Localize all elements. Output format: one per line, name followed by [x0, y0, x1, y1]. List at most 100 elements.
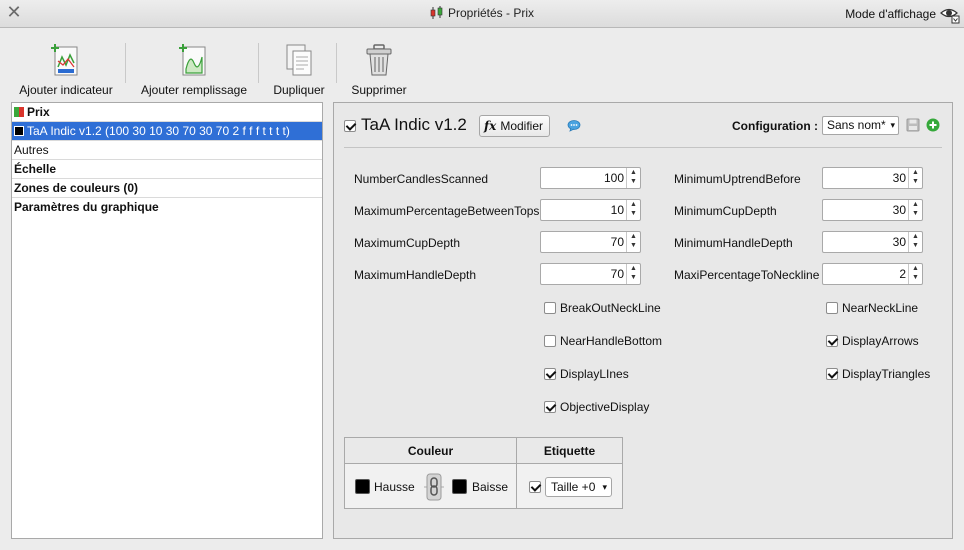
check-breakout-neckline[interactable]: BreakOutNeckLine — [544, 301, 661, 315]
candlestick-icon — [430, 6, 444, 23]
delete-label: Supprimer — [351, 83, 407, 97]
color-header: Couleur — [345, 438, 516, 464]
param-label-min-uptrend-before: MinimumUptrendBefore — [674, 172, 801, 186]
tree-item-label: Prix — [27, 105, 50, 119]
indicator-title: TaA Indic v1.2 — [361, 115, 467, 134]
spinner-arrows-icon[interactable]: ▲ ▼ — [908, 200, 922, 220]
spinner-arrows-icon[interactable]: ▲ ▼ — [626, 168, 640, 188]
save-icon[interactable] — [906, 118, 920, 135]
check-label: DisplayArrows — [842, 334, 919, 348]
param-spinner-max-pct-between-tops[interactable]: 10 ▲ ▼ — [540, 199, 641, 221]
check-label: DisplayLInes — [560, 367, 629, 381]
add-fill-label: Ajouter remplissage — [140, 83, 248, 97]
tree-item-prix[interactable]: Prix — [12, 103, 322, 122]
spinner-arrows-icon[interactable]: ▲ ▼ — [908, 232, 922, 252]
price-swatch-icon — [14, 107, 24, 117]
label-enabled-checkbox[interactable] — [529, 481, 541, 493]
param-label-maxi-pct-to-neckline: MaxiPercentageToNeckline — [674, 268, 820, 282]
param-label-min-cup-depth: MinimumCupDepth — [674, 204, 777, 218]
check-display-lines[interactable]: DisplayLInes — [544, 367, 629, 381]
up-color-label: Hausse — [374, 480, 415, 494]
param-spinner-min-handle-depth[interactable]: 30 ▲ ▼ — [822, 231, 923, 253]
spinner-arrows-icon[interactable]: ▲ ▼ — [626, 200, 640, 220]
tree-item-label: Paramètres du graphique — [14, 200, 159, 214]
param-value: 30 — [892, 171, 906, 185]
style-table: Couleur Etiquette Hausse Baisse Taille +… — [344, 437, 623, 509]
check-label: DisplayTriangles — [842, 367, 931, 381]
chain-link-icon[interactable] — [424, 473, 444, 504]
checkbox[interactable] — [544, 335, 556, 347]
check-objective-display[interactable]: ObjectiveDisplay — [544, 400, 649, 414]
delete-button[interactable]: Supprimer — [350, 39, 408, 97]
tree-item-indicator[interactable]: TaA Indic v1.2 (100 30 10 30 70 30 70 2 … — [12, 122, 322, 141]
indicator-swatch-icon — [14, 126, 24, 136]
checkbox[interactable] — [544, 368, 556, 380]
up-color-swatch[interactable] — [355, 479, 370, 494]
check-label: BreakOutNeckLine — [560, 301, 661, 315]
tree-item-label: Zones de couleurs (0) — [14, 181, 139, 195]
check-near-handle-bottom[interactable]: NearHandleBottom — [544, 334, 662, 348]
display-mode-label[interactable]: Mode d'affichage — [845, 7, 936, 21]
check-near-neckline[interactable]: NearNeckLine — [826, 301, 918, 315]
param-spinner-max-cup-depth[interactable]: 70 ▲ ▼ — [540, 231, 641, 253]
add-fill-button[interactable]: Ajouter remplissage — [140, 39, 248, 97]
down-color-swatch[interactable] — [452, 479, 467, 494]
check-label: ObjectiveDisplay — [560, 400, 650, 414]
chevron-down-icon: ▾ — [602, 482, 607, 492]
param-value: 30 — [892, 203, 906, 217]
configuration-value: Sans nom* — [827, 118, 886, 132]
checkbox[interactable] — [544, 302, 556, 314]
header-divider — [344, 147, 942, 148]
indicator-header: TaA Indic v1.2 fx Modifier Configuration … — [344, 114, 942, 140]
title-bar: ✕ Propriétés - Prix Mode d'affichage — [0, 0, 964, 28]
param-value: 10 — [610, 203, 624, 217]
add-configuration-icon[interactable] — [926, 118, 940, 135]
eye-icon[interactable] — [940, 4, 960, 27]
configuration-label: Configuration : — [732, 119, 818, 133]
checkbox[interactable] — [826, 302, 838, 314]
param-value: 70 — [610, 267, 624, 281]
tree-item-echelle[interactable]: Échelle — [12, 160, 322, 179]
toolbar-separator — [336, 43, 337, 83]
spinner-arrows-icon[interactable]: ▲ ▼ — [626, 264, 640, 284]
check-display-arrows[interactable]: DisplayArrows — [826, 334, 919, 348]
tree-item-color-zones[interactable]: Zones de couleurs (0) — [12, 179, 322, 198]
indicator-enabled-checkbox[interactable] — [344, 120, 356, 132]
indicator-panel: TaA Indic v1.2 fx Modifier Configuration … — [333, 102, 953, 539]
add-indicator-label: Ajouter indicateur — [19, 83, 113, 97]
help-bubble-icon[interactable] — [567, 120, 581, 135]
param-value: 70 — [610, 235, 624, 249]
checkbox[interactable] — [826, 335, 838, 347]
checkbox[interactable] — [826, 368, 838, 380]
spinner-arrows-icon[interactable]: ▲ ▼ — [908, 168, 922, 188]
check-display-triangles[interactable]: DisplayTriangles — [826, 367, 930, 381]
duplicate-label: Dupliquer — [273, 83, 325, 97]
spinner-arrows-icon[interactable]: ▲ ▼ — [908, 264, 922, 284]
param-spinner-min-cup-depth[interactable]: 30 ▲ ▼ — [822, 199, 923, 221]
table-divider — [516, 438, 517, 508]
toolbar-separator — [258, 43, 259, 83]
add-fill-icon — [179, 44, 206, 76]
param-value: 100 — [603, 171, 624, 185]
add-indicator-icon — [51, 44, 78, 76]
tree-item-label: Autres — [14, 143, 49, 157]
param-spinner-maxi-pct-to-neckline[interactable]: 2 ▲ ▼ — [822, 263, 923, 285]
add-indicator-button[interactable]: Ajouter indicateur — [18, 39, 114, 97]
param-label-max-pct-between-tops: MaximumPercentageBetweenTops — [354, 204, 540, 218]
param-spinner-number-candles[interactable]: 100 ▲ ▼ — [540, 167, 641, 189]
function-icon: fx — [484, 119, 497, 133]
tree-item-chart-settings[interactable]: Paramètres du graphique — [12, 198, 322, 217]
modify-button[interactable]: fx Modifier — [479, 115, 551, 137]
checkbox[interactable] — [544, 401, 556, 413]
param-label-max-handle-depth: MaximumHandleDepth — [354, 268, 477, 282]
tree-item-autres[interactable]: Autres — [12, 141, 322, 160]
properties-tree: Prix TaA Indic v1.2 (100 30 10 30 70 30 … — [11, 102, 323, 539]
param-spinner-max-handle-depth[interactable]: 70 ▲ ▼ — [540, 263, 641, 285]
param-spinner-min-uptrend-before[interactable]: 30 ▲ ▼ — [822, 167, 923, 189]
configuration-select[interactable]: Sans nom* ▾ — [822, 116, 899, 135]
chevron-down-icon: ▾ — [890, 120, 895, 130]
tree-item-label: TaA Indic v1.2 (100 30 10 30 70 30 70 2 … — [27, 124, 290, 138]
duplicate-button[interactable]: Dupliquer — [270, 39, 328, 97]
label-size-select[interactable]: Taille +0 ▾ — [545, 477, 612, 497]
spinner-arrows-icon[interactable]: ▲ ▼ — [626, 232, 640, 252]
